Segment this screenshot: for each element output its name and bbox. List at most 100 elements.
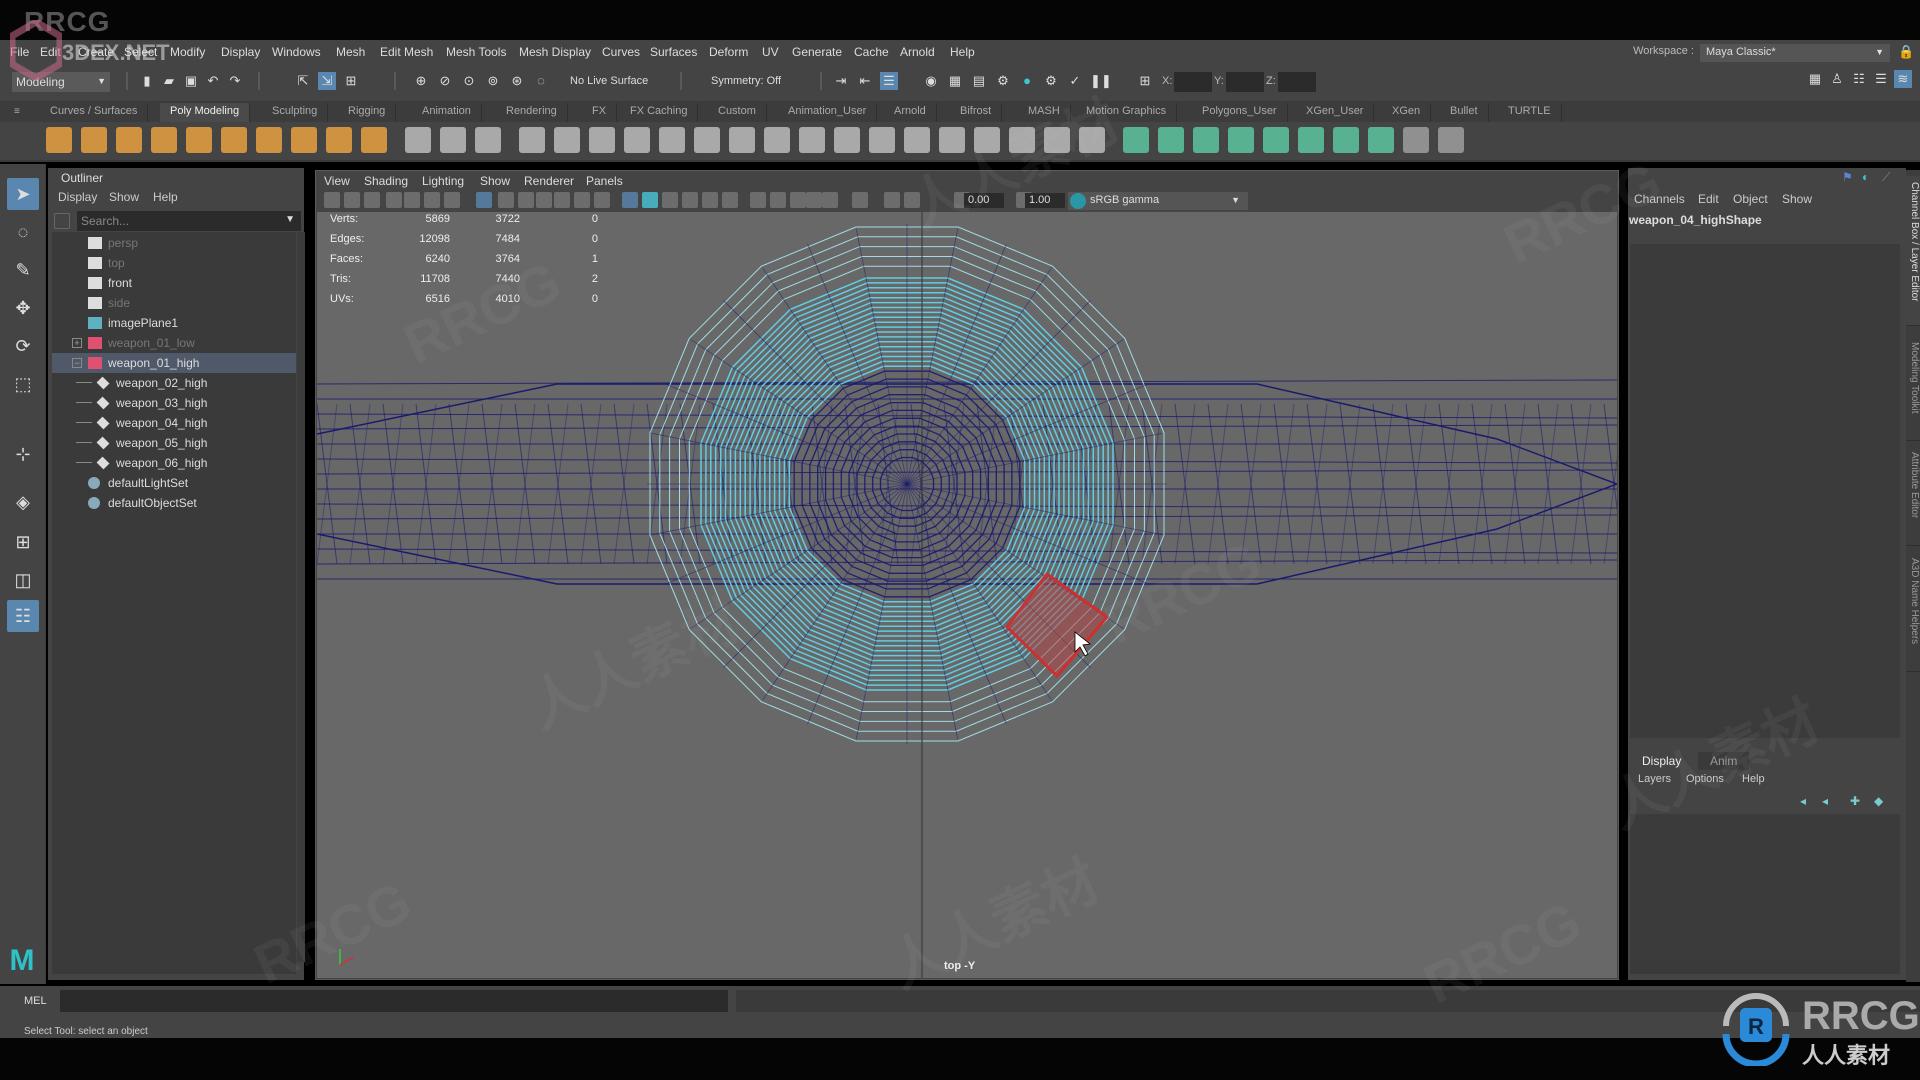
xray-joints-icon[interactable] xyxy=(884,192,900,208)
snap-curve-icon[interactable]: ⊘ xyxy=(436,72,454,90)
camera-icon[interactable] xyxy=(324,192,340,208)
node-graph-icon[interactable]: ⚑ xyxy=(1842,170,1853,184)
snap-view-icon[interactable]: ⊚ xyxy=(484,72,502,90)
light-editor-icon[interactable]: ✓ xyxy=(1066,72,1084,90)
construction-history-icon[interactable]: ☰ xyxy=(880,72,898,90)
gamma-field[interactable]: 1.00 xyxy=(1025,193,1065,208)
tool-settings-icon[interactable]: ☰ xyxy=(1872,70,1890,88)
snap-point-icon[interactable]: ⊙ xyxy=(460,72,478,90)
layers-menu[interactable]: Layers xyxy=(1638,773,1671,785)
menu-mesh[interactable]: Mesh xyxy=(336,45,365,59)
grid-icon[interactable] xyxy=(476,192,492,208)
poly-cylinder-icon[interactable] xyxy=(116,127,142,153)
shadows-icon[interactable] xyxy=(750,192,766,208)
scale-tool-icon[interactable]: ⬚ xyxy=(7,368,39,400)
menu-uv[interactable]: UV xyxy=(762,45,779,59)
side-tab-modeling-toolkit[interactable]: Modeling Toolkit xyxy=(1906,336,1920,441)
expand-icon[interactable]: + xyxy=(72,338,82,348)
edit-menu[interactable]: Edit xyxy=(1698,192,1719,206)
outliner-item[interactable]: defaultLightSet xyxy=(52,473,296,493)
outliner-item[interactable]: + weapon_01_low xyxy=(52,333,296,353)
sew-uv-icon[interactable] xyxy=(1368,127,1394,153)
2d-pan-zoom-icon[interactable] xyxy=(444,192,460,208)
outliner-item[interactable]: weapon_04_high xyxy=(52,413,296,433)
menu-help[interactable]: Help xyxy=(950,45,975,59)
snap-surface-icon[interactable]: ⊛ xyxy=(508,72,526,90)
menu-edit-mesh[interactable]: Edit Mesh xyxy=(380,45,433,59)
menu-create[interactable]: Create xyxy=(78,45,114,59)
shelf-tab[interactable]: TURTLE xyxy=(1498,103,1562,122)
two-view-layout-icon[interactable]: ◫ xyxy=(7,564,39,596)
shelf-tab[interactable]: Polygons_User xyxy=(1192,103,1288,122)
wireframe-on-shaded-icon[interactable] xyxy=(682,192,698,208)
shelf-tab[interactable]: XGen_User xyxy=(1296,103,1375,122)
collapse-icon[interactable]: − xyxy=(72,358,82,368)
poly-cube-icon[interactable] xyxy=(81,127,107,153)
cut-uv-icon[interactable] xyxy=(1333,127,1359,153)
bookmark-icon[interactable] xyxy=(386,192,402,208)
shelf-tab[interactable]: Curves / Surfaces xyxy=(40,103,149,122)
lock-icon[interactable]: 🔒 xyxy=(1898,44,1914,61)
options-menu[interactable]: Options xyxy=(1686,773,1724,785)
side-tab-a3d-name-helpers[interactable]: A3D Name Helpers xyxy=(1906,552,1920,672)
edit-icon[interactable]: ⟋ xyxy=(1882,170,1890,185)
connect-icon[interactable] xyxy=(519,127,545,153)
bevel-icon[interactable] xyxy=(554,127,580,153)
shelf-tab[interactable]: Bifrost xyxy=(950,103,1003,122)
shelf-tab[interactable]: Custom xyxy=(708,103,767,122)
four-view-layout-icon[interactable]: ⊞ xyxy=(7,526,39,558)
select-tool-icon[interactable]: ➤ xyxy=(7,178,39,210)
multisample-aa-icon[interactable] xyxy=(806,192,822,208)
render-setup-icon[interactable]: ⚙ xyxy=(1042,72,1060,90)
side-tab-channel-box[interactable]: Channel Box / Layer Editor xyxy=(1906,176,1920,326)
show-menu[interactable]: Show xyxy=(1782,192,1812,206)
lasso-tool-icon[interactable]: ◌ xyxy=(7,216,39,248)
wireframe-icon[interactable] xyxy=(622,192,638,208)
outliner-item[interactable]: weapon_02_high xyxy=(52,373,296,393)
target-weld-icon[interactable] xyxy=(475,127,501,153)
shelf-tab[interactable]: Arnold xyxy=(884,103,937,122)
outliner-menu-help[interactable]: Help xyxy=(153,190,178,204)
move-layer-up-icon[interactable]: ◂ xyxy=(1800,794,1806,808)
outliner-layout-icon[interactable]: ☷ xyxy=(7,600,39,632)
outliner-horizontal-scrollbar[interactable] xyxy=(52,962,296,974)
menu-deform[interactable]: Deform xyxy=(709,45,748,59)
viewport-menu-lighting[interactable]: Lighting xyxy=(422,174,464,188)
python-script-icon[interactable] xyxy=(1438,127,1464,153)
3d-viewport[interactable] xyxy=(317,212,1617,978)
circularize-icon[interactable] xyxy=(1044,127,1070,153)
outliner-item[interactable]: weapon_03_high xyxy=(52,393,296,413)
render-settings-icon[interactable]: ⚙ xyxy=(994,72,1012,90)
planar-map-icon[interactable] xyxy=(1123,127,1149,153)
hypershade-icon[interactable]: ● xyxy=(1018,72,1036,90)
shelf-tab[interactable]: Bullet xyxy=(1440,103,1489,122)
offset-edge-loop-icon[interactable] xyxy=(939,127,965,153)
mirror-icon[interactable] xyxy=(764,127,790,153)
menu-mesh-tools[interactable]: Mesh Tools xyxy=(446,45,506,59)
shelf-tab[interactable]: Rendering xyxy=(496,103,568,122)
shelf-tab[interactable]: MASH xyxy=(1018,103,1071,122)
outliner-item[interactable]: − weapon_01_high xyxy=(52,353,296,373)
shelf-tab[interactable]: FX Caching xyxy=(620,103,699,122)
menu-windows[interactable]: Windows xyxy=(272,45,321,59)
channels-menu[interactable]: Channels xyxy=(1634,192,1685,206)
live-surface-field[interactable]: No Live Surface xyxy=(566,73,662,91)
menu-edit[interactable]: Edit xyxy=(40,45,61,59)
outliner-item[interactable]: top xyxy=(52,253,296,273)
modeling-toolkit-icon[interactable]: ▦ xyxy=(1806,70,1824,88)
image-plane-icon[interactable] xyxy=(404,192,420,208)
paint-select-tool-icon[interactable]: ✎ xyxy=(7,254,39,286)
select-lock-icon[interactable]: ⊞ xyxy=(1136,72,1154,90)
isolate-select-icon[interactable] xyxy=(852,192,868,208)
viewport-menu-panels[interactable]: Panels xyxy=(586,174,623,188)
xray-icon[interactable] xyxy=(702,192,718,208)
super-shape-icon[interactable] xyxy=(326,127,352,153)
viewport-menu-shading[interactable]: Shading xyxy=(364,174,408,188)
poly-sphere-icon[interactable] xyxy=(46,127,72,153)
wedge-icon[interactable] xyxy=(1009,127,1035,153)
camera-lock-icon[interactable] xyxy=(344,192,360,208)
menu-mesh-display[interactable]: Mesh Display xyxy=(519,45,591,59)
mel-command-input[interactable] xyxy=(60,990,728,1012)
new-layer-from-selection-icon[interactable]: ◆ xyxy=(1874,794,1883,808)
mel-script-icon[interactable] xyxy=(1403,127,1429,153)
